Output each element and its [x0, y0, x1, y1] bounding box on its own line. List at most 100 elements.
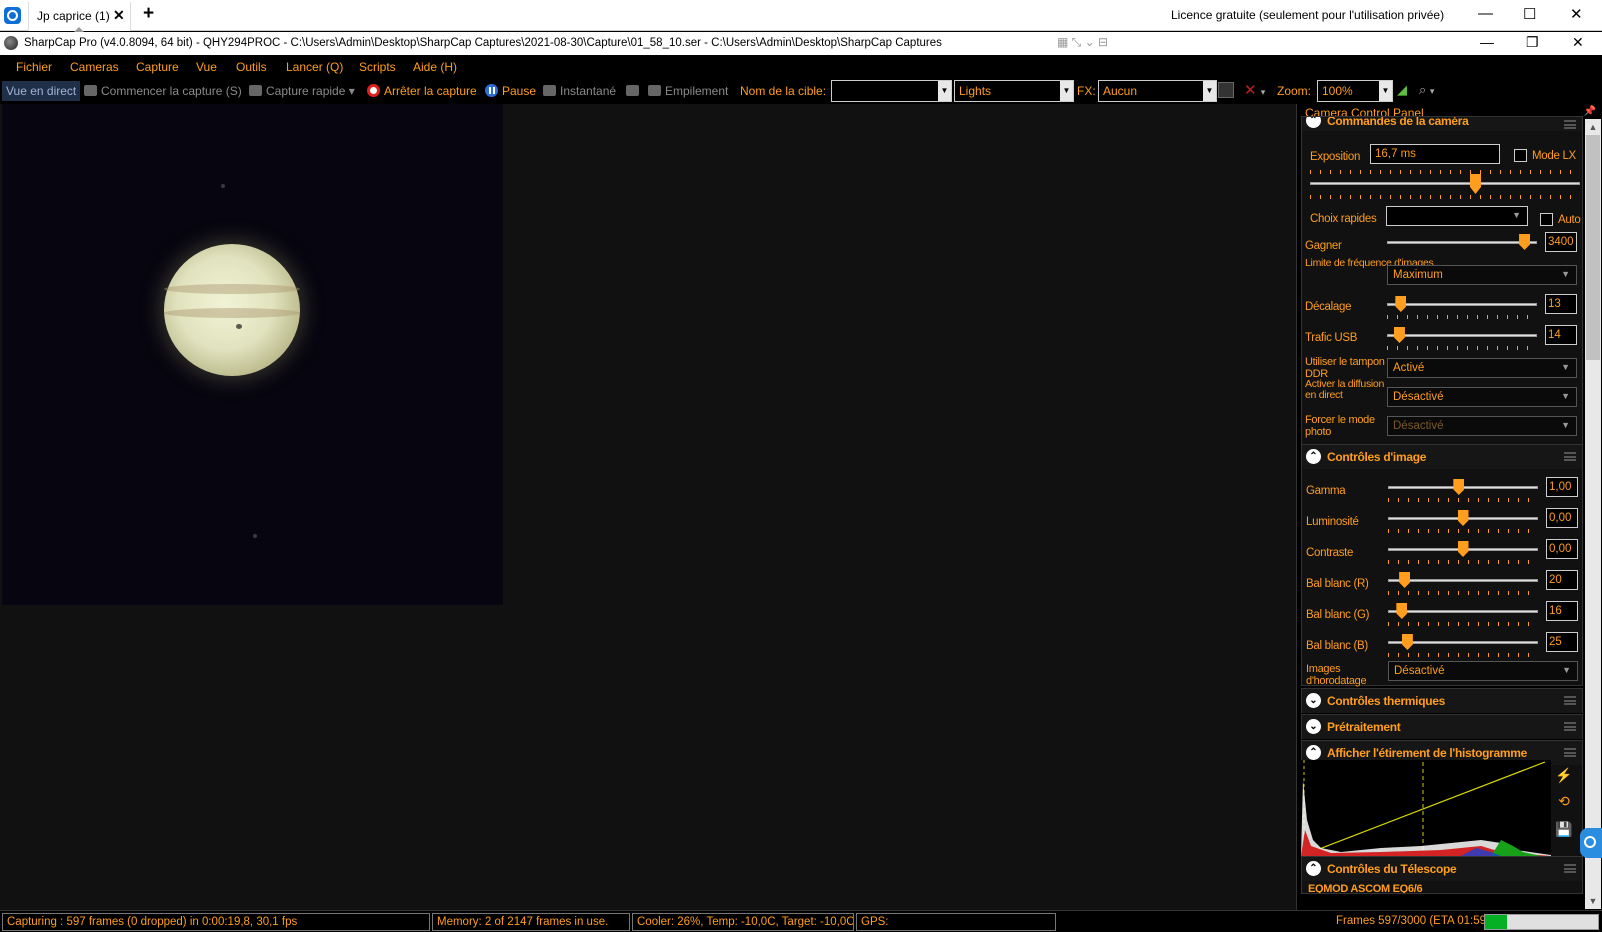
- scrollbar-thumb[interactable]: [1586, 135, 1600, 360]
- histogram-chart[interactable]: [1300, 760, 1551, 857]
- exposure-input[interactable]: 16,7 ms: [1370, 144, 1500, 164]
- auto-checkbox[interactable]: [1540, 213, 1553, 226]
- gain-slider-thumb[interactable]: [1519, 234, 1531, 250]
- section-header[interactable]: ⌃ Contrôles d'image: [1302, 445, 1582, 469]
- zoom-select[interactable]: 100% ▼: [1317, 80, 1393, 102]
- contrast-slider-thumb[interactable]: [1457, 541, 1469, 557]
- remote-maximize-button[interactable]: ☐: [1523, 5, 1536, 23]
- remote-session-tab[interactable]: Jp caprice (1) ✕: [28, 2, 131, 32]
- restore-button[interactable]: ❐: [1526, 34, 1539, 51]
- zoom-tool-icon[interactable]: ⌕ ▾: [1419, 82, 1434, 98]
- quick-picks-select[interactable]: ▼: [1386, 206, 1528, 226]
- wb-blue-slider-thumb[interactable]: [1401, 634, 1413, 650]
- usb-slider-track[interactable]: [1387, 334, 1537, 337]
- chevron-up-icon[interactable]: ⌃: [1306, 861, 1321, 876]
- timestamp-select[interactable]: Désactivé ▼: [1388, 661, 1578, 681]
- chevron-down-icon[interactable]: ⌄: [1306, 693, 1321, 708]
- menu-scripts[interactable]: Scripts: [359, 60, 396, 74]
- wb-red-slider-thumb[interactable]: [1399, 572, 1411, 588]
- gamma-input[interactable]: 1,00: [1546, 477, 1578, 497]
- menu-run[interactable]: Lancer (Q): [286, 60, 343, 74]
- scroll-up-icon[interactable]: ▲: [1585, 119, 1601, 135]
- brightness-input[interactable]: 0,00: [1546, 508, 1578, 528]
- remote-minimize-button[interactable]: —: [1478, 5, 1493, 22]
- tab-close-icon[interactable]: ✕: [113, 7, 125, 24]
- wb-green-slider-track[interactable]: [1388, 610, 1538, 613]
- timestamp-label: Images d'horodatage: [1306, 663, 1367, 687]
- section-header[interactable]: ⌃ Contrôles du Télescope: [1302, 857, 1582, 881]
- menu-icon[interactable]: [1564, 722, 1576, 731]
- live-view-button[interactable]: Vue en direct: [2, 81, 81, 101]
- remote-close-button[interactable]: ✕: [1570, 5, 1583, 23]
- teamviewer-side-icon[interactable]: [1580, 828, 1602, 858]
- snapshot-button[interactable]: Instantané: [543, 84, 616, 98]
- menu-icon[interactable]: [1564, 120, 1576, 129]
- wb-green-slider-thumb[interactable]: [1396, 603, 1408, 619]
- gain-input[interactable]: 3400: [1545, 232, 1577, 252]
- frame-type-select[interactable]: Lights ▼: [954, 80, 1074, 102]
- target-name-select[interactable]: ▼: [831, 80, 952, 102]
- gamma-slider-thumb[interactable]: [1453, 479, 1465, 495]
- menu-view[interactable]: Vue: [196, 60, 217, 74]
- remote-tools-icon[interactable]: ▦ ⤡ ⌄ ⊟: [1057, 35, 1117, 51]
- menu-tools[interactable]: Outils: [236, 60, 267, 74]
- chevron-up-icon[interactable]: ⌃: [1306, 745, 1321, 760]
- minimize-button[interactable]: —: [1480, 34, 1494, 50]
- pause-button[interactable]: Pause: [485, 84, 536, 98]
- start-capture-button[interactable]: Commencer la capture (S): [84, 84, 242, 98]
- save-icon[interactable]: 💾: [1553, 818, 1575, 840]
- menu-file[interactable]: Fichier: [16, 60, 52, 74]
- exposure-slider-track[interactable]: [1310, 182, 1580, 185]
- exposure-slider-thumb[interactable]: [1470, 174, 1481, 194]
- usb-slider-thumb[interactable]: [1393, 327, 1405, 343]
- menu-icon[interactable]: [1564, 696, 1576, 705]
- usb-traffic-input[interactable]: 14: [1545, 325, 1577, 345]
- chevron-up-icon[interactable]: ⌃: [1306, 117, 1321, 128]
- brightness-slider-thumb[interactable]: [1457, 510, 1469, 526]
- stacking-button[interactable]: Empilement: [648, 84, 728, 98]
- menu-capture[interactable]: Capture: [136, 60, 179, 74]
- menu-cameras[interactable]: Cameras: [70, 60, 119, 74]
- new-tab-button[interactable]: +: [143, 3, 154, 25]
- gain-slider-track[interactable]: [1387, 241, 1537, 244]
- broadcast-select[interactable]: Désactivé ▼: [1387, 387, 1577, 407]
- menu-icon[interactable]: [1564, 748, 1576, 757]
- reset-icon[interactable]: ⟲: [1553, 790, 1575, 812]
- ddr-select[interactable]: Activé ▼: [1387, 358, 1577, 378]
- lx-mode-checkbox[interactable]: [1514, 149, 1527, 162]
- quick-capture-button[interactable]: Capture rapide ▾: [249, 84, 355, 98]
- display-button[interactable]: [626, 84, 643, 98]
- wb-blue-value: 25: [1549, 636, 1562, 648]
- menu-icon[interactable]: [1564, 864, 1576, 873]
- close-button[interactable]: ✕: [1572, 34, 1584, 51]
- panel-scrollbar[interactable]: ▲ ▼: [1585, 119, 1601, 909]
- wb-red-input[interactable]: 20: [1546, 570, 1578, 590]
- contrast-input[interactable]: 0,00: [1546, 539, 1578, 559]
- scroll-down-icon[interactable]: ▼: [1585, 893, 1601, 909]
- wb-red-slider-track[interactable]: [1388, 579, 1538, 582]
- fx-settings-icon[interactable]: [1218, 82, 1234, 98]
- chevron-up-icon[interactable]: ⌃: [1306, 449, 1321, 464]
- offset-input[interactable]: 13: [1545, 294, 1577, 314]
- stop-capture-button[interactable]: Arrêter la capture: [367, 84, 477, 98]
- chevron-down-icon[interactable]: ⌄: [1306, 719, 1321, 734]
- wb-green-input[interactable]: 16: [1546, 601, 1578, 621]
- image-viewer[interactable]: [0, 104, 1296, 910]
- offset-slider-track[interactable]: [1387, 303, 1537, 306]
- reticle-icon[interactable]: ✕ ▾: [1244, 81, 1265, 99]
- frame-limit-select[interactable]: Maximum ▼: [1387, 265, 1577, 285]
- histogram-icon[interactable]: ◢: [1397, 82, 1407, 98]
- wb-blue-input[interactable]: 25: [1546, 632, 1578, 652]
- menu-help[interactable]: Aide (H): [413, 60, 457, 74]
- auto-stretch-icon[interactable]: ⚡: [1553, 764, 1575, 786]
- teamviewer-logo-icon[interactable]: [4, 7, 21, 24]
- photo-mode-select[interactable]: Désactivé ▼: [1387, 416, 1577, 436]
- pin-icon[interactable]: 📌: [1584, 106, 1596, 117]
- usb-traffic-value: 14: [1548, 329, 1561, 341]
- section-header[interactable]: ⌃ Commandes de la caméra: [1302, 117, 1582, 131]
- fx-select[interactable]: Aucun ▼: [1098, 80, 1217, 102]
- menu-icon[interactable]: [1564, 452, 1576, 461]
- section-header[interactable]: ⌄ Contrôles thermiques: [1302, 689, 1582, 713]
- section-header[interactable]: ⌄ Prétraitement: [1302, 715, 1582, 739]
- offset-slider-thumb[interactable]: [1395, 296, 1407, 312]
